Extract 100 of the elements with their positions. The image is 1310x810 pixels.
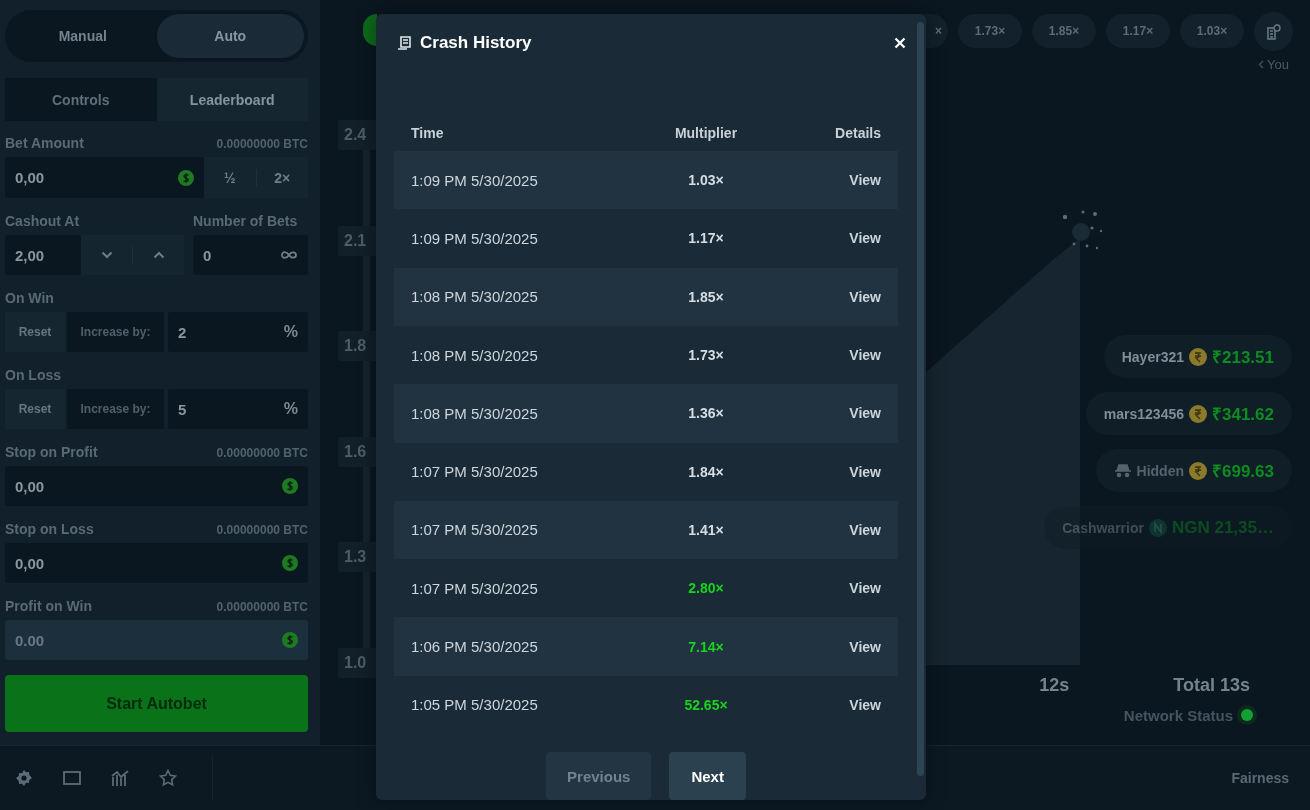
you-label: You	[1267, 56, 1289, 72]
view-link[interactable]: View	[849, 347, 881, 364]
column-header: Multiplier	[673, 124, 739, 141]
panel-tab[interactable]: Leaderboard	[156, 78, 308, 121]
multiplier-cell-text: 52.65×	[683, 696, 729, 713]
multiplier-cell-text: 1.36×	[687, 405, 725, 422]
view-link[interactable]: View	[849, 696, 881, 713]
chevron-left-icon	[1258, 59, 1265, 69]
axis-label: 2.4	[338, 120, 376, 150]
field-label: On Win	[5, 290, 54, 306]
history-icon	[1266, 23, 1281, 40]
multiplier-cell-text: 1.03×	[687, 172, 725, 189]
dollar-coin-icon	[282, 478, 298, 494]
close-icon	[894, 37, 906, 50]
percent-sign: %	[283, 400, 298, 418]
time-cell-text: 1:05 PM 5/30/2025	[411, 696, 539, 714]
field-label: Stop on Profit	[5, 444, 98, 460]
field-label: On Loss	[5, 367, 61, 383]
cashout-field[interactable]: 2,00	[5, 235, 81, 275]
chart-icon[interactable]	[111, 769, 129, 787]
time-cell-text: 1:08 PM 5/30/2025	[411, 404, 539, 422]
percent-field[interactable]: 2 %	[168, 312, 308, 352]
amount-field[interactable]: 0,00	[5, 543, 308, 583]
view-link[interactable]: View	[849, 580, 881, 597]
axis-label: 1.0	[338, 647, 376, 678]
view-link[interactable]: View	[849, 230, 881, 247]
total-time: Total 13s	[1173, 674, 1250, 696]
field-label: Cashout At	[5, 213, 80, 229]
time-cell-text: 1:07 PM 5/30/2025	[411, 521, 539, 539]
time-cell-text: 1:08 PM 5/30/2025	[411, 346, 539, 364]
multiplier-pill: 1.03×	[1180, 14, 1244, 48]
multiplier-cell-text: 1.85×	[687, 288, 725, 305]
bets-count-field[interactable]: 0	[193, 235, 308, 275]
reset-button[interactable]: Reset	[5, 389, 65, 429]
half-button[interactable]: ½	[204, 157, 256, 198]
scrollbar[interactable]	[917, 22, 924, 776]
close-button[interactable]	[894, 37, 906, 50]
player-name: mars123456	[1103, 405, 1184, 422]
view-link[interactable]: View	[849, 288, 881, 305]
dialog-title: Crash History	[420, 33, 532, 54]
btc-amount: 0.00000000 BTC	[216, 523, 308, 537]
field-label: Profit on Win	[5, 598, 92, 614]
mode-tab[interactable]: Manual	[9, 14, 157, 58]
rupee-coin-icon	[1189, 404, 1207, 423]
mode-tab[interactable]: Auto	[156, 14, 304, 58]
theater-mode-icon[interactable]	[63, 771, 81, 785]
page-button[interactable]: Next	[669, 752, 746, 800]
chevron-up-icon	[152, 251, 165, 259]
multiplier-pill: 1.85×	[1032, 14, 1096, 48]
time-cell-text: 1:09 PM 5/30/2025	[411, 229, 539, 247]
star-icon[interactable]	[159, 769, 177, 787]
reset-button[interactable]: Reset	[5, 312, 65, 352]
view-link[interactable]: View	[849, 638, 881, 655]
infinity-icon	[280, 250, 298, 260]
network-status-label: Network Status	[1123, 706, 1233, 724]
view-link[interactable]: View	[849, 463, 881, 480]
view-link[interactable]: View	[849, 521, 881, 538]
time-cell-text: 1:07 PM 5/30/2025	[411, 579, 539, 597]
column-header: Details	[834, 124, 881, 141]
time-cell-text: 1:06 PM 5/30/2025	[411, 638, 539, 656]
naira-coin-icon	[1148, 518, 1167, 537]
btc-amount: 0.00000000 BTC	[216, 137, 308, 151]
player-name: Hayer321	[1121, 348, 1184, 365]
percent-field[interactable]: 5 %	[168, 389, 308, 429]
axis-label: 1.6	[338, 436, 376, 467]
multiplier-pill: 1.17×	[1106, 14, 1170, 48]
field-label: Number of Bets	[193, 213, 298, 229]
view-link[interactable]: View	[849, 405, 881, 422]
history-button[interactable]	[1254, 12, 1293, 51]
elapsed-time: 12s	[1039, 674, 1070, 696]
rupee-coin-icon	[1189, 347, 1207, 366]
axis-label: 1.3	[338, 542, 376, 573]
btc-amount: 0.00000000 BTC	[216, 600, 308, 614]
multiplier-cell-text: 2.80×	[687, 580, 725, 597]
multiplier-cell-text: 1.84×	[687, 463, 725, 480]
panel-tab[interactable]: Controls	[5, 78, 157, 121]
dollar-coin-icon	[282, 632, 298, 648]
player-name: Hidden	[1136, 462, 1184, 479]
chevron-down-icon	[100, 251, 113, 259]
time-cell-text: 1:09 PM 5/30/2025	[411, 171, 539, 189]
percent-sign: %	[283, 323, 298, 341]
bet-amount-field[interactable]: 0,00	[5, 157, 204, 198]
multiplier-cell-text: 7.14×	[687, 638, 725, 655]
multiplier-pill: 1.73×	[958, 14, 1022, 48]
status-pill	[363, 14, 377, 46]
double-button[interactable]: 2×	[256, 157, 308, 198]
multiplier-cell-text: 1.73×	[687, 347, 725, 364]
amount-field[interactable]: 0,00	[5, 466, 308, 506]
multiplier-cell-text: 1.41×	[687, 521, 725, 538]
dollar-coin-icon	[178, 169, 194, 186]
rupee-coin-icon	[1189, 461, 1207, 480]
time-cell-text: 1:08 PM 5/30/2025	[411, 288, 539, 306]
fairness-link[interactable]: Fairness	[1231, 770, 1289, 786]
column-header: Time	[411, 124, 445, 141]
axis-label: 1.8	[338, 331, 376, 362]
field-label: Bet Amount	[5, 135, 84, 151]
payout-amount: ₹213.51	[1212, 347, 1274, 368]
settings-icon[interactable]	[15, 769, 33, 787]
payout-amount: ₹699.63	[1212, 461, 1274, 482]
view-link[interactable]: View	[849, 172, 881, 189]
